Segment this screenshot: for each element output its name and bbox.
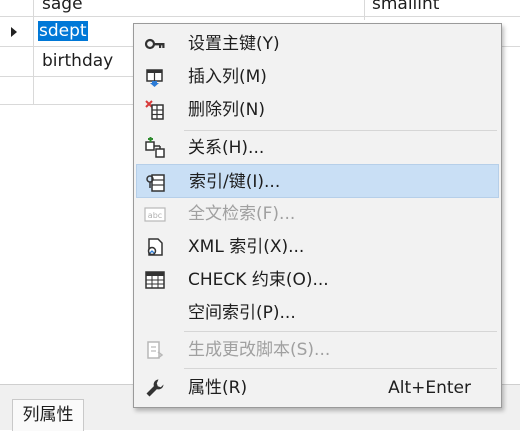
menu-item-relationships[interactable]: 关系(H)...	[136, 131, 499, 165]
menu-item-insert-column[interactable]: 插入列(M)	[136, 60, 499, 94]
selected-text[interactable]: sdept	[38, 21, 88, 41]
menu-item-spatial-index[interactable]: 空间索引(P)...	[136, 296, 499, 330]
menu-item-shortcut: Alt+Enter	[388, 378, 471, 398]
menu-item-label: 索引/键(I)...	[189, 172, 281, 192]
menu-item-properties[interactable]: 属性(R) Alt+Enter	[136, 371, 499, 405]
current-row-arrow-icon	[11, 27, 17, 37]
menu-separator	[184, 331, 497, 332]
menu-item-label: XML 索引(X)...	[188, 237, 305, 257]
grid-row-line	[0, 16, 520, 17]
grid-row-line	[0, 104, 133, 105]
menu-item-label: 设置主键(Y)	[188, 34, 280, 54]
context-menu: 设置主键(Y) 插入列(M) 删除列(N) 关系(H)... 索引/键(I)..…	[133, 23, 502, 408]
generate-script-icon	[147, 341, 164, 359]
menu-item-fulltext-index[interactable]: abc 全文检索(F)...	[136, 197, 499, 231]
menu-item-label: 属性(R)	[188, 378, 248, 398]
column-name-cell[interactable]: sage	[42, 0, 83, 14]
fulltext-icon: abc	[144, 207, 166, 222]
grid-row-line	[0, 76, 133, 77]
check-constraint-icon	[145, 271, 165, 289]
grid-divider	[364, 0, 365, 20]
menu-item-generate-change-script[interactable]: 生成更改脚本(S)...	[136, 333, 499, 367]
menu-separator	[184, 368, 497, 369]
index-key-icon	[146, 174, 165, 192]
menu-item-label: 删除列(N)	[188, 100, 265, 120]
column-name-cell[interactable]: birthday	[42, 51, 113, 71]
menu-item-label: 空间索引(P)...	[188, 303, 296, 323]
menu-item-delete-column[interactable]: 删除列(N)	[136, 93, 499, 127]
relationship-icon	[145, 137, 165, 158]
menu-item-label: 关系(H)...	[188, 138, 265, 158]
xml-index-icon	[147, 238, 163, 256]
key-icon	[144, 38, 165, 50]
menu-item-label: CHECK 约束(O)...	[188, 270, 329, 290]
data-type-cell[interactable]: smallint	[372, 0, 439, 14]
menu-item-set-primary-key[interactable]: 设置主键(Y)	[136, 27, 499, 61]
menu-item-xml-index[interactable]: XML 索引(X)...	[136, 230, 499, 264]
column-name-cell[interactable]: sdept	[38, 21, 88, 41]
menu-item-indexes-keys[interactable]: 索引/键(I)...	[136, 164, 499, 198]
column-properties-tab[interactable]: 列属性	[12, 399, 84, 431]
menu-item-label: 生成更改脚本(S)...	[188, 340, 331, 360]
menu-item-label: 插入列(M)	[188, 67, 267, 87]
delete-column-icon	[145, 100, 164, 120]
menu-item-label: 全文检索(F)...	[188, 204, 296, 224]
insert-column-icon	[146, 69, 163, 87]
wrench-icon	[146, 379, 164, 397]
menu-item-check-constraints[interactable]: CHECK 约束(O)...	[136, 263, 499, 297]
svg-text:abc: abc	[148, 211, 162, 220]
